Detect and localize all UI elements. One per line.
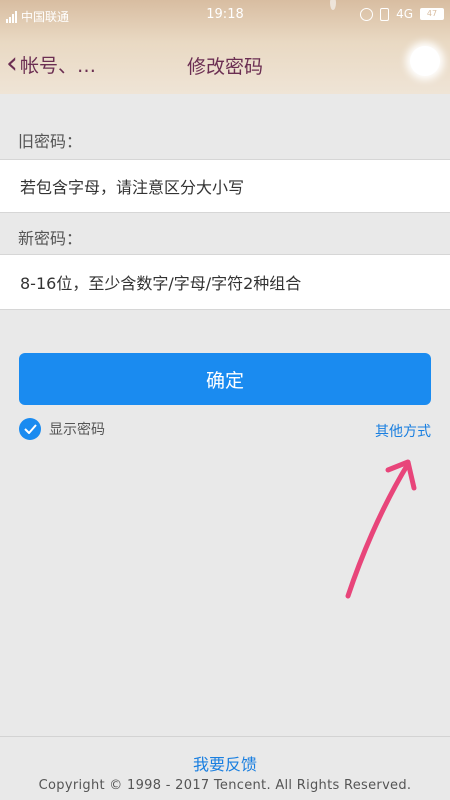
old-password-label: 旧密码： — [18, 132, 83, 151]
footer-divider — [0, 736, 450, 737]
old-password-input[interactable] — [18, 160, 442, 214]
confirm-button[interactable]: 确定 — [19, 353, 431, 405]
header-avatar-decoration — [410, 46, 440, 76]
feedback-link[interactable]: 我要反馈 — [0, 751, 450, 775]
title-bar: ‹ 帐号、… 修改密码 — [0, 38, 450, 90]
network-type: 4G — [396, 7, 413, 21]
battery-level: 47 — [426, 9, 438, 18]
vibrate-icon — [380, 7, 390, 21]
back-arrow-icon: ‹ — [6, 46, 18, 81]
new-password-input[interactable] — [18, 255, 442, 311]
other-methods-link[interactable]: 其他方式 — [375, 421, 431, 441]
status-bar: 中国联通 19:18 4G 47 — [0, 0, 450, 32]
old-password-row — [0, 159, 450, 214]
checkbox-checked-icon[interactable] — [19, 418, 41, 440]
show-password-toggle[interactable]: 显示密码 — [19, 418, 105, 440]
copyright-text: Copyright © 1998 - 2017 Tencent. All Rig… — [38, 778, 412, 793]
new-password-label: 新密码： — [18, 229, 83, 248]
battery-icon: 47 — [420, 8, 444, 20]
new-password-row — [0, 254, 450, 311]
back-label: 帐号、… — [20, 54, 97, 77]
status-right: 4G 47 — [360, 7, 444, 21]
back-button[interactable]: ‹ 帐号、… — [6, 46, 97, 81]
show-password-label: 显示密码 — [49, 422, 105, 438]
alarm-icon — [360, 7, 374, 21]
annotation-arrow-icon — [345, 459, 417, 599]
